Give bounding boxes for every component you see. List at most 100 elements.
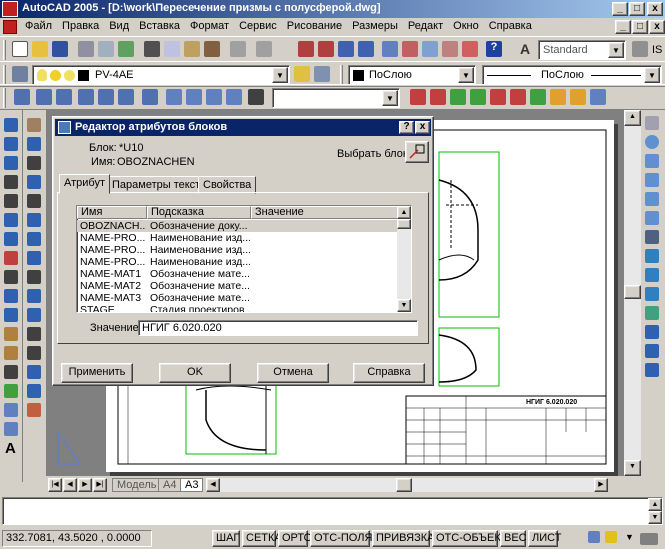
spline-icon[interactable] [4,270,18,284]
erase-icon[interactable] [27,118,41,132]
open-file-icon[interactable] [32,41,48,57]
wedge-icon[interactable] [645,192,659,206]
match-properties-icon[interactable] [204,41,220,57]
chevron-down-icon[interactable]: ▼ [382,90,398,106]
rotate-icon[interactable] [27,232,41,246]
doc-minimize-button[interactable]: _ [615,20,631,34]
line-icon[interactable] [4,118,18,132]
view-iso-icon[interactable] [36,89,52,105]
view-front-icon[interactable] [56,89,72,105]
scroll-down-button[interactable]: ▼ [397,299,411,312]
se-iso-icon[interactable] [186,89,202,105]
scroll-right-button[interactable]: ▶ [594,478,608,492]
cone-icon[interactable] [645,173,659,187]
cancel-button[interactable]: Отмена [257,363,329,383]
pan-icon[interactable] [298,41,314,57]
region-icon[interactable] [4,403,18,417]
sw-iso-icon[interactable] [166,89,182,105]
column-header-value[interactable]: Значение [251,206,399,219]
table-row[interactable]: NAME-PRO... Наименование изд... [77,232,399,244]
apply-button[interactable]: Применить [61,363,133,383]
scale-icon[interactable] [27,251,41,265]
scroll-up-button[interactable]: ▲ [648,498,662,511]
layer-manager-icon[interactable] [12,66,28,82]
help-button[interactable]: Справка [353,363,425,383]
section-icon[interactable] [645,287,659,301]
menu-item-2[interactable]: Вид [104,20,134,32]
linetype-combo[interactable]: ПоСлою ▼ [482,65,662,85]
markup-icon[interactable] [462,41,478,57]
extend-icon[interactable] [27,308,41,322]
close-button[interactable]: x [647,2,663,16]
ne-iso-icon[interactable] [206,89,222,105]
status-toggle-7[interactable]: ЛИСТ [528,530,561,547]
first-tab-button[interactable]: |◀ [48,478,62,492]
trim-icon[interactable] [27,289,41,303]
column-header-name[interactable]: Имя [77,206,147,219]
scroll-thumb[interactable] [397,219,411,229]
undo-icon[interactable] [230,41,246,57]
column-header-prompt[interactable]: Подсказка [147,206,251,219]
fillet-icon[interactable] [27,384,41,398]
scroll-down-button[interactable]: ▼ [648,511,662,524]
paste-icon[interactable] [184,41,200,57]
view-back-icon[interactable] [118,89,134,105]
stretch-icon[interactable] [27,270,41,284]
publish-icon[interactable] [118,41,134,57]
prev-tab-button[interactable]: ◀ [63,478,77,492]
osnap-midpoint-icon[interactable] [430,89,446,105]
table-row[interactable]: NAME-MAT2 Обозначение мате... [77,280,399,292]
chevron-down-icon[interactable]: ▼ [644,67,660,83]
table-row[interactable]: NAME-MAT1 Обозначение мате... [77,268,399,280]
make-block-icon[interactable] [4,346,18,360]
construction-line-icon[interactable] [4,137,18,151]
menu-item-1[interactable]: Правка [57,20,104,32]
osnap-quadrant-icon[interactable] [510,89,526,105]
ellipse-icon[interactable] [4,289,18,303]
menu-item-6[interactable]: Рисование [282,20,347,32]
toolbar-grip[interactable] [3,65,6,85]
table-icon[interactable] [4,422,18,436]
setup-drawing-icon[interactable] [645,325,659,339]
dialog-close-button[interactable]: x [415,121,430,134]
menu-item-5[interactable]: Сервис [234,20,282,32]
menu-item-7[interactable]: Размеры [347,20,403,32]
osnap-endpoint-icon[interactable] [410,89,426,105]
toolbar-grip[interactable] [340,65,343,85]
multiline-text-icon[interactable]: A [5,440,16,457]
zoom-window-icon[interactable] [338,41,354,57]
scroll-down-button[interactable]: ▼ [624,460,641,476]
ellipse-arc-icon[interactable] [4,308,18,322]
drawing-vertical-scrollbar[interactable]: ▲ ▼ [624,110,641,476]
last-tab-button[interactable]: ▶| [93,478,107,492]
table-row[interactable]: NAME-PRO... Наименование изд... [77,256,399,268]
coordinates-readout[interactable]: 332.7081, 43.5020 , 0.0000 [2,530,152,547]
osnap-tangent-icon[interactable] [530,89,546,105]
hatch-icon[interactable] [4,384,18,398]
setup-profile-icon[interactable] [645,363,659,377]
chamfer-icon[interactable] [27,365,41,379]
rectangle-icon[interactable] [4,194,18,208]
horizontal-scrollbar[interactable]: ◀ ▶ [206,478,608,492]
view-top-icon[interactable] [14,89,30,105]
tab-a3[interactable]: A3 [180,478,204,492]
offset-icon[interactable] [27,175,41,189]
chevron-down-icon[interactable]: ▼ [272,67,288,83]
attribute-list[interactable]: Имя Подсказка Значение OBOZNACH... Обозна… [76,205,412,313]
torus-icon[interactable] [645,211,659,225]
new-file-icon[interactable] [12,41,28,57]
help-icon[interactable]: ? [486,41,502,57]
menu-item-9[interactable]: Окно [448,20,484,32]
zoom-realtime-icon[interactable] [318,41,334,57]
table-row[interactable]: OBOZNACH... Обозначение доку... [77,220,399,232]
move-icon[interactable] [27,213,41,227]
scroll-thumb[interactable] [624,285,641,299]
setup-view-icon[interactable] [645,344,659,358]
text-style-icon[interactable]: A [520,41,536,57]
autocad-app-icon[interactable] [2,1,18,17]
point-icon[interactable] [4,365,18,379]
copy-object-icon[interactable] [27,137,41,151]
array-icon[interactable] [27,194,41,208]
slice-icon[interactable] [645,268,659,282]
scroll-thumb[interactable] [396,478,412,492]
